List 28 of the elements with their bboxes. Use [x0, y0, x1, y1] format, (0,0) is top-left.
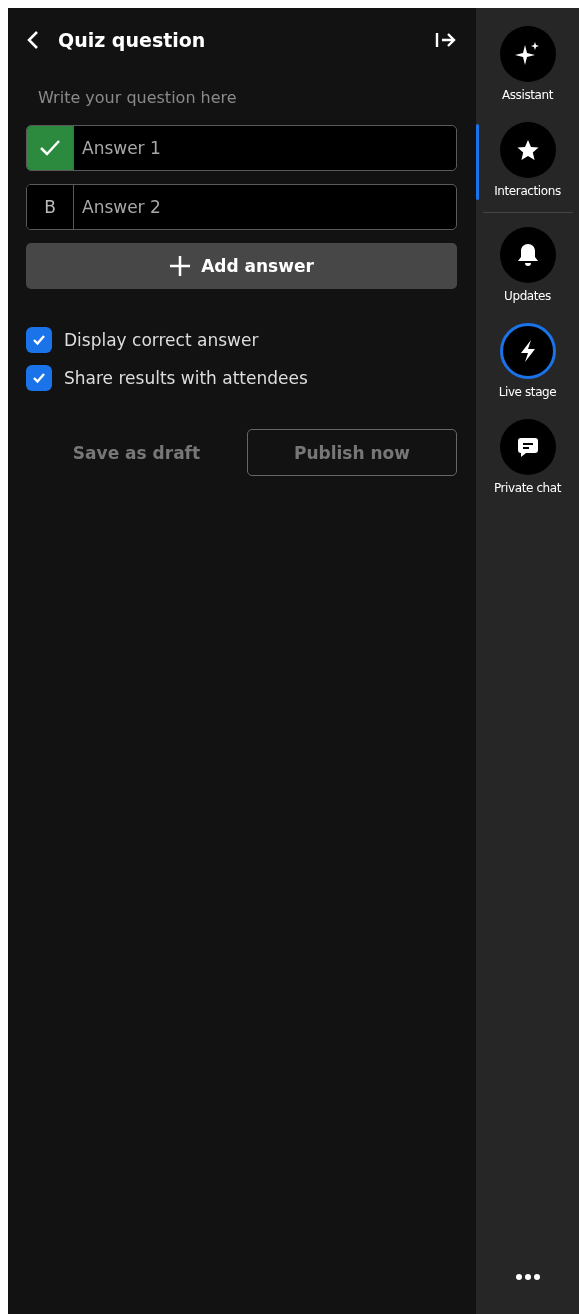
- check-icon: [32, 334, 46, 346]
- publish-button[interactable]: Publish now: [247, 429, 457, 476]
- answer-letter[interactable]: B: [27, 185, 74, 229]
- checkbox[interactable]: [26, 365, 52, 391]
- option-label: Share results with attendees: [64, 368, 308, 388]
- correct-answer-toggle[interactable]: [27, 126, 74, 170]
- checkbox[interactable]: [26, 327, 52, 353]
- rail-item[interactable]: Assistant: [476, 18, 579, 114]
- check-icon: [39, 139, 61, 157]
- save-draft-button[interactable]: Save as draft: [26, 429, 247, 476]
- answer-field[interactable]: Answer 2: [74, 185, 456, 229]
- collapse-panel-button[interactable]: [435, 30, 457, 50]
- rail-item[interactable]: Interactions: [476, 114, 579, 210]
- option-label: Display correct answer: [64, 330, 259, 350]
- bell-icon: [515, 242, 540, 268]
- check-icon: [32, 372, 46, 384]
- panel-title: Quiz question: [58, 29, 207, 51]
- rail-item[interactable]: Updates: [476, 219, 579, 315]
- rail-item[interactable]: Live stage: [476, 315, 579, 411]
- rail-item[interactable]: Private chat: [476, 411, 579, 507]
- back-button[interactable]: [26, 29, 40, 51]
- question-field[interactable]: Write your question here: [26, 82, 457, 113]
- answer-field[interactable]: Answer 1: [74, 126, 456, 170]
- chat-icon: [515, 436, 540, 458]
- answer-row[interactable]: B Answer 2: [26, 184, 457, 230]
- plus-icon: [169, 255, 192, 277]
- add-answer-button[interactable]: Add answer: [26, 243, 457, 289]
- answer-row[interactable]: Answer 1: [26, 125, 457, 171]
